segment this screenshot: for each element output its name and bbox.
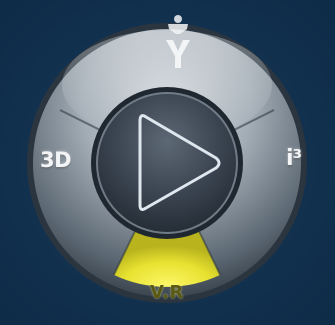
label-vr[interactable]: V.R (150, 284, 184, 302)
label-i3[interactable]: i³ (286, 148, 302, 170)
label-3d[interactable]: 3D (40, 150, 72, 171)
compass-widget: 3D i³ V.R (0, 0, 335, 325)
